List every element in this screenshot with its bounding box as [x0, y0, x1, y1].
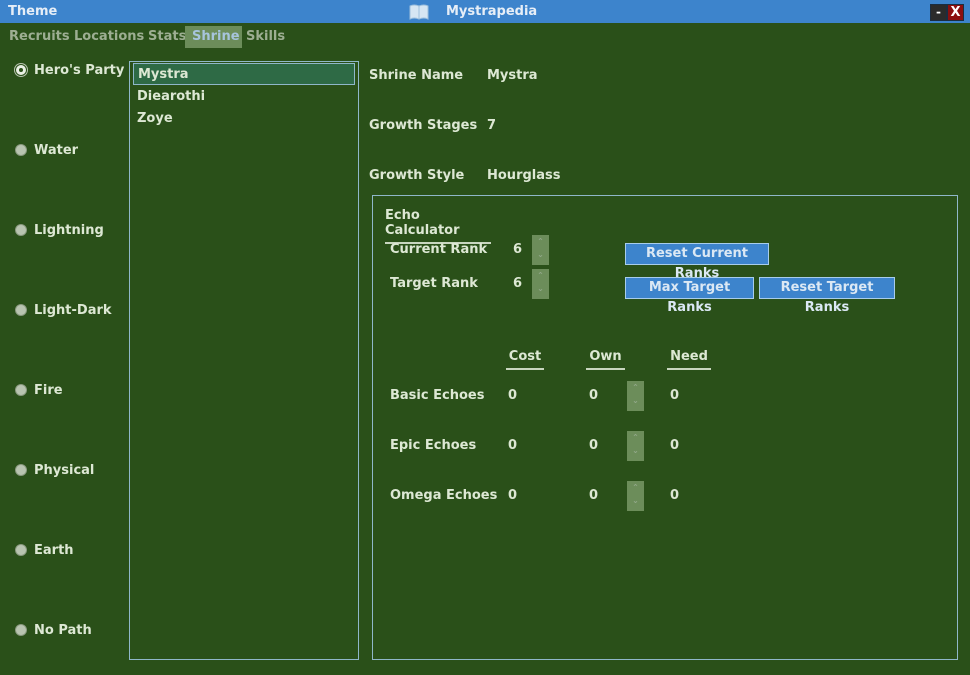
reset-target-ranks-button[interactable]: Reset Target Ranks: [759, 277, 895, 315]
minimize-button[interactable]: -: [930, 4, 947, 21]
current-rank-value: 6: [513, 242, 523, 257]
echo-row-label: Omega Echoes: [390, 488, 498, 503]
title-bar: Theme Mystrapedia - X: [0, 0, 970, 23]
own-stepper[interactable]: ⌃ ⌄: [627, 431, 644, 461]
radio-dot: [15, 544, 27, 556]
tab-stats[interactable]: Stats: [148, 26, 186, 48]
target-rank-stepper[interactable]: ⌃ ⌄: [532, 269, 549, 299]
chevron-up-icon[interactable]: ⌃: [627, 431, 644, 444]
list-item[interactable]: Diearothi: [133, 86, 355, 108]
radio-fire[interactable]: Fire: [15, 381, 63, 399]
growth-style-value: Hourglass: [487, 168, 561, 183]
tab-skills[interactable]: Skills: [246, 26, 285, 48]
echo-calculator-title: Echo Calculator: [385, 208, 491, 244]
radio-dot: [15, 304, 27, 316]
reset-current-ranks-button[interactable]: Reset Current Ranks: [625, 243, 769, 281]
radio-dot: [15, 384, 27, 396]
radio-light-dark[interactable]: Light-Dark: [15, 301, 112, 319]
chevron-down-icon[interactable]: ⌄: [532, 282, 549, 295]
growth-style-label: Growth Style: [369, 168, 465, 183]
radio-physical[interactable]: Physical: [15, 461, 94, 479]
chevron-down-icon[interactable]: ⌄: [532, 248, 549, 261]
shrine-listbox[interactable]: Mystra Diearothi Zoye: [129, 61, 359, 660]
echo-row-label: Basic Echoes: [390, 388, 485, 403]
shrine-name-label: Shrine Name: [369, 68, 464, 83]
chevron-down-icon[interactable]: ⌄: [627, 494, 644, 507]
growth-stages-label: Growth Stages: [369, 118, 478, 133]
echo-row-label: Epic Echoes: [390, 438, 477, 453]
radio-heros-party[interactable]: Hero's Party: [15, 61, 124, 79]
radio-dot: [15, 64, 27, 76]
theme-menu[interactable]: Theme: [8, 4, 57, 19]
echo-cost: 0: [508, 388, 518, 403]
radio-dot: [15, 464, 27, 476]
radio-dot: [15, 144, 27, 156]
close-button[interactable]: X: [947, 4, 964, 21]
own-stepper[interactable]: ⌃ ⌄: [627, 381, 644, 411]
list-item[interactable]: Mystra: [133, 63, 355, 85]
radio-label: Fire: [34, 382, 63, 398]
radio-dot: [15, 624, 27, 636]
growth-stages-value: 7: [487, 118, 497, 133]
radio-lightning[interactable]: Lightning: [15, 221, 104, 239]
target-rank-label: Target Rank: [390, 276, 478, 291]
max-target-ranks-button[interactable]: Max Target Ranks: [625, 277, 754, 315]
current-rank-label: Current Rank: [390, 242, 488, 257]
tab-locations[interactable]: Locations: [74, 26, 144, 48]
current-rank-stepper[interactable]: ⌃ ⌄: [532, 235, 549, 265]
chevron-up-icon[interactable]: ⌃: [532, 235, 549, 248]
book-icon: [409, 4, 429, 20]
column-header-own: Own: [586, 349, 625, 370]
chevron-up-icon[interactable]: ⌃: [532, 269, 549, 282]
own-stepper[interactable]: ⌃ ⌄: [627, 481, 644, 511]
radio-label: Physical: [34, 462, 95, 478]
echo-need: 0: [670, 438, 680, 453]
radio-label: Light-Dark: [34, 302, 112, 318]
echo-own: 0: [589, 438, 599, 453]
radio-label: No Path: [34, 622, 92, 638]
radio-label: Hero's Party: [34, 62, 125, 78]
tab-recruits[interactable]: Recruits: [9, 26, 70, 48]
radio-dot: [15, 224, 27, 236]
window-title: Mystrapedia: [446, 4, 538, 19]
list-item[interactable]: Zoye: [133, 108, 355, 130]
radio-earth[interactable]: Earth: [15, 541, 74, 559]
echo-cost: 0: [508, 488, 518, 503]
chevron-up-icon[interactable]: ⌃: [627, 381, 644, 394]
radio-label: Water: [34, 142, 79, 158]
radio-label: Lightning: [34, 222, 104, 238]
target-rank-value: 6: [513, 276, 523, 291]
column-header-need: Need: [667, 349, 711, 370]
column-header-cost: Cost: [506, 349, 544, 370]
echo-own: 0: [589, 388, 599, 403]
echo-cost: 0: [508, 438, 518, 453]
tab-shrine[interactable]: Shrine: [185, 26, 242, 48]
chevron-down-icon[interactable]: ⌄: [627, 394, 644, 407]
shrine-name-value: Mystra: [487, 68, 538, 83]
radio-label: Earth: [34, 542, 74, 558]
chevron-down-icon[interactable]: ⌄: [627, 444, 644, 457]
echo-need: 0: [670, 488, 680, 503]
chevron-up-icon[interactable]: ⌃: [627, 481, 644, 494]
echo-need: 0: [670, 388, 680, 403]
radio-no-path[interactable]: No Path: [15, 621, 92, 639]
echo-own: 0: [589, 488, 599, 503]
radio-water[interactable]: Water: [15, 141, 78, 159]
